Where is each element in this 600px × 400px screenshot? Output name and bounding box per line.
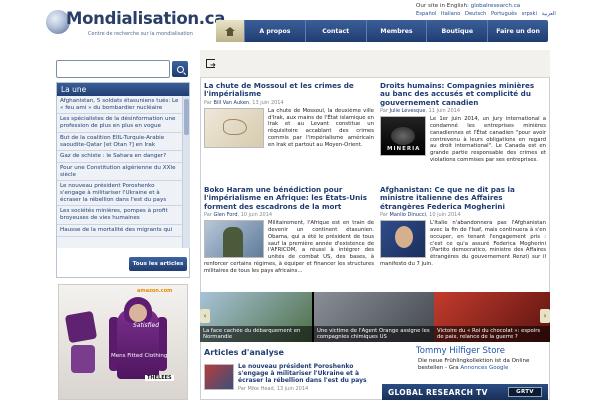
search-bar [56,60,190,78]
analyse-heading: Articles d'analyse [204,348,284,357]
ad-provider[interactable]: Annonces Google [460,365,508,371]
lang-link[interactable]: Português [491,11,517,17]
article-author[interactable]: Bill Van Auken [214,100,250,106]
lang-link[interactable]: Deutsch [465,11,486,17]
list-item[interactable]: Pour une Constitution algérienne du XXIe… [57,163,182,182]
list-item[interactable]: But de la coalition EIIL-Turquie-Arabie … [57,133,182,152]
la-une-heading: La une [57,83,189,96]
list-item[interactable]: Les sociétés minières, pompes à profit b… [57,206,182,225]
la-une-list[interactable]: Afghanistan, 5 soldats étasuniens tués: … [57,96,182,248]
article-card: Afghanistan: Ce que ne dit pas la minist… [380,185,546,268]
home-button[interactable] [216,20,244,42]
main-nav: A propos Contact Membres Boutique Faire … [216,20,548,42]
nav-item-boutique[interactable]: Boutique [426,20,487,42]
nav-item-membres[interactable]: Membres [365,20,427,42]
article-body: Militairement, l'Afrique est en train de… [204,220,374,274]
article-author[interactable]: Julie Lévesque [390,108,426,114]
article-title[interactable]: La chute de Mossoul et les crimes de l'i… [204,81,374,99]
la-une-panel: La une Afghanistan, 5 soldats étasuniens… [56,82,190,278]
amazon-logo: amazon.com [137,288,173,294]
scrollbar-thumb[interactable] [184,99,189,135]
carousel-next-button[interactable]: › [540,309,550,323]
analyse-article: Le nouveau président Poroshenko s'engage… [204,363,374,400]
search-button[interactable] [172,61,188,77]
site-logo[interactable]: Mondialisation.ca [66,9,225,28]
article-title[interactable]: Afghanistan: Ce que ne dit pas la minist… [380,185,546,211]
site-header: Mondialisation.ca Centre de recherche su… [0,0,600,44]
ad-title[interactable]: Tommy Hilfiger Store [416,346,548,356]
article-meta: Par Julie Lévesque, 11 juin 2014 [380,107,460,114]
clothing-ad[interactable]: amazon.com Satisfied Mens Fitted Clothin… [58,284,188,400]
la-une-scrollbar[interactable] [182,96,190,248]
carousel-slide[interactable]: La face cachée du débarquement en Norman… [200,292,312,342]
article-thumbnail[interactable] [204,107,264,148]
site-tagline: Centre de recherche sur la mondialisatio… [88,31,193,37]
list-item[interactable]: Le nouveau président Poroshenko s'engage… [57,181,182,207]
article-body: La chute de Mossoul, la deuxième ville d… [204,107,374,149]
list-item[interactable]: Hausse de la mortalité des migrants qui [57,225,182,237]
thumbnail-caption: MINERIA [387,146,421,153]
article-card: Droits humains: Compagnies minières au b… [380,81,546,164]
lang-link[interactable]: srpski [522,11,537,17]
featured-carousel: La face cachée du débarquement en Norman… [200,292,550,342]
article-author[interactable]: Manlio Dinucci [390,212,426,218]
article-thumbnail[interactable] [204,364,234,390]
slide-caption[interactable]: Victoire du « Roi du chocolat »: espoirs… [434,326,550,342]
list-item[interactable]: Les spécialistes de la désinformation un… [57,114,182,133]
article-meta: Par Bill Van Auken, 13 juin 2014 [204,99,284,106]
slide-caption[interactable]: Une victime de l'Agent Orange assigne le… [314,326,434,342]
text-ad[interactable]: Tommy Hilfiger Store Die neue Frühlingko… [384,346,548,386]
english-site-line: Our site in English: globalresearch.ca [416,3,520,9]
lang-link[interactable]: Español [416,11,436,17]
ad-brand-logo: THELEES [145,375,174,381]
article-meta: Par Manlio Dinucci, 10 juin 2014 [380,211,461,218]
list-item[interactable]: Gaz de schiste : le Sahara en danger? [57,151,182,163]
home-icon [225,26,235,36]
ad-satisfied-text: Satisfied [133,322,160,329]
article-card: La chute de Mossoul et les crimes de l'i… [204,81,374,149]
lang-link[interactable]: العربية [542,11,556,17]
sweater-image [64,310,98,344]
main-toolbar: ➜ [200,50,550,78]
ad-mens-text: Mens Fitted Clothing [111,353,168,359]
nav-item-a-propos[interactable]: A propos [244,20,305,42]
article-thumbnail[interactable] [380,220,426,259]
carousel-prev-button[interactable]: ‹ [200,309,210,323]
article-title[interactable]: Droits humains: Compagnies minières au b… [380,81,546,107]
sweater-image [71,345,95,373]
all-articles-button[interactable]: Tous les articles [129,257,187,271]
article-body: L'Italie n'abandonnera pas l'Afghanistan… [380,220,546,267]
article-thumbnail[interactable] [204,220,264,259]
amazon-label: amazon.com [137,288,172,294]
language-links: Español Italiano Deutsch Português srpsk… [416,11,559,17]
slide-caption[interactable]: La face cachée du débarquement en Norman… [200,326,312,342]
article-card: Boko Haram une bénédiction pour l'impéri… [204,185,374,274]
global-research-tv-banner[interactable]: GLOBAL RESEARCH TV GRTV [382,384,548,400]
carousel-slide[interactable]: Victoire du « Roi du chocolat »: espoirs… [434,292,550,342]
carousel-slide[interactable]: Une victime de l'Agent Orange assigne le… [314,292,434,342]
hoodie-model-image [109,297,167,383]
arrow-right-icon: ➜ [210,61,216,69]
english-prefix: Our site in English: [416,3,469,9]
article-title[interactable]: Boko Haram une bénédiction pour l'impéri… [204,185,374,211]
list-item[interactable]: Afghanistan, 5 soldats étasuniens tués: … [57,96,182,115]
ad-text: Die neue Frühlingkollektion ist da Onlin… [418,358,530,371]
lang-link[interactable]: Italiano [441,11,460,17]
article-thumbnail[interactable]: MINERIA [380,116,426,157]
search-input[interactable] [56,60,170,78]
chevron-left-icon: ‹ [203,312,207,320]
nav-item-faire-un-don[interactable]: Faire un don [487,20,548,42]
chevron-right-icon: › [543,312,547,320]
tv-icon: GRTV [508,387,542,397]
grtv-label: GLOBAL RESEARCH TV [388,387,488,397]
article-meta: Par Glen Ford, 10 juin 2014 [204,211,273,218]
article-author[interactable]: Glen Ford [214,212,238,218]
article-body: MINERIA Le 1er juin 2014, un jury intern… [380,116,546,163]
nav-item-contact[interactable]: Contact [304,20,366,42]
search-icon [176,65,184,73]
english-site-link[interactable]: globalresearch.ca [471,3,521,9]
